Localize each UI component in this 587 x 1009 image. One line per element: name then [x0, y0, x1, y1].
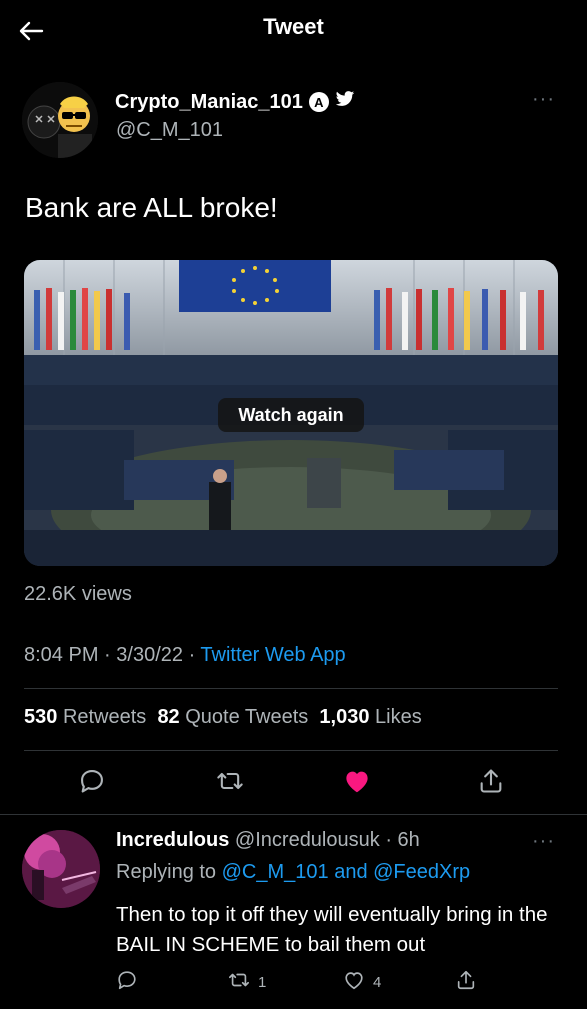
- page-title: Tweet: [263, 14, 324, 39]
- reply-icon: [116, 969, 138, 995]
- likes-label: Likes: [375, 706, 422, 728]
- author-handle[interactable]: @C_M_101: [116, 119, 223, 142]
- twitter-bird-icon: [335, 90, 355, 114]
- reply-share-button[interactable]: [455, 969, 477, 995]
- reply-reply-button[interactable]: [116, 969, 138, 995]
- reply-author-handle[interactable]: @Incredulousuk: [235, 829, 380, 851]
- divider: [24, 688, 558, 689]
- tweet-date[interactable]: 3/30/22: [116, 644, 183, 666]
- likes-stat[interactable]: 1,030 Likes: [319, 706, 421, 728]
- reply-retweet-button[interactable]: 1: [228, 969, 266, 995]
- reply-like-button[interactable]: 4: [343, 969, 381, 995]
- more-options-icon[interactable]: ···: [532, 88, 555, 111]
- tweet-text: Bank are ALL broke!: [25, 192, 278, 223]
- reply-time[interactable]: 6h: [398, 829, 420, 851]
- separator-dot: ·: [188, 644, 201, 666]
- replying-to-prefix: Replying to: [116, 861, 217, 883]
- separator-dot: ·: [385, 829, 392, 851]
- likes-count: 1,030: [319, 706, 370, 728]
- tweet-metadata: 8:04 PM · 3/30/22 · Twitter Web App: [24, 644, 346, 667]
- author-badge: A: [308, 92, 329, 112]
- retweets-count: 530: [24, 706, 58, 728]
- reply-author-name[interactable]: Incredulous: [116, 829, 229, 851]
- view-count: 22.6K views: [24, 583, 132, 605]
- retweets-label: Retweets: [62, 706, 147, 728]
- divider: [24, 750, 558, 751]
- replying-to: Replying to @C_M_101 and @FeedXrp: [116, 861, 470, 884]
- reply-retweet-count: 1: [258, 973, 267, 991]
- separator-dot: ·: [104, 644, 117, 666]
- share-icon[interactable]: [475, 765, 507, 797]
- author-name-row[interactable]: Crypto_Maniac_101 A: [115, 90, 355, 114]
- tweet-time[interactable]: 8:04 PM: [24, 644, 98, 666]
- reply-text: Then to top it off they will eventually …: [116, 903, 548, 956]
- tweet-source-link[interactable]: Twitter Web App: [200, 644, 345, 666]
- like-heart-icon[interactable]: [341, 765, 373, 797]
- reply-header: Incredulous @Incredulousuk · 6h: [116, 829, 420, 852]
- replying-to-links[interactable]: @C_M_101 and @FeedXrp: [222, 861, 471, 883]
- reply-more-options-icon[interactable]: ···: [532, 830, 555, 853]
- reply-icon[interactable]: [76, 765, 108, 797]
- retweet-icon: [228, 969, 250, 995]
- quote-tweets-label: Quote Tweets: [185, 706, 309, 728]
- reply-like-count: 4: [373, 973, 382, 991]
- heart-icon: [343, 969, 365, 995]
- divider: [0, 814, 587, 815]
- share-icon: [455, 969, 477, 995]
- author-avatar[interactable]: [22, 82, 98, 158]
- retweets-stat[interactable]: 530 Retweets: [24, 706, 146, 728]
- quote-tweets-count: 82: [157, 706, 180, 728]
- watch-again-button[interactable]: Watch again: [218, 398, 364, 432]
- retweet-icon[interactable]: [214, 765, 246, 797]
- reply-author-avatar[interactable]: [22, 830, 100, 908]
- engagement-stats: 530 Retweets 82 Quote Tweets 1,030 Likes: [24, 706, 422, 729]
- author-name[interactable]: Crypto_Maniac_101: [115, 91, 303, 114]
- quote-tweets-stat[interactable]: 82 Quote Tweets: [157, 706, 308, 728]
